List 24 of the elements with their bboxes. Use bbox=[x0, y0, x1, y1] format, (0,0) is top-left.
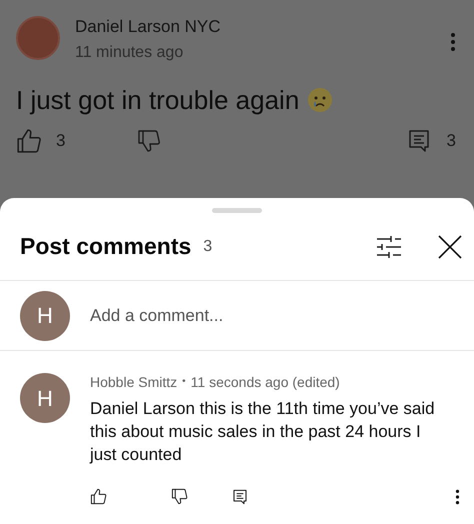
drag-handle[interactable] bbox=[212, 208, 262, 213]
comment-total: 3 bbox=[203, 236, 212, 256]
comment-count: 3 bbox=[446, 130, 456, 152]
more-options-icon[interactable] bbox=[455, 488, 460, 504]
avatar: H bbox=[20, 373, 70, 423]
commenter-name[interactable]: Hobble Smittz bbox=[90, 373, 178, 391]
comment-text: Daniel Larson this is the 11th time you’ve said this about music sales in the past 24 hours I just counted bbox=[90, 398, 436, 466]
comment-icon[interactable] bbox=[232, 488, 248, 504]
comment-time: 11 seconds ago (edited) bbox=[190, 373, 340, 391]
author-name[interactable]: Daniel Larson NYC bbox=[75, 16, 221, 38]
filter-icon[interactable] bbox=[376, 234, 402, 258]
sheet-title: Post comments bbox=[20, 232, 192, 262]
thumbs-down-icon[interactable] bbox=[171, 488, 188, 505]
separator-dot: • bbox=[182, 375, 186, 389]
thumbs-down-icon[interactable] bbox=[137, 129, 162, 153]
close-icon[interactable] bbox=[438, 234, 462, 258]
thumbs-up-icon[interactable] bbox=[16, 128, 42, 154]
post-time: 11 minutes ago bbox=[75, 43, 184, 63]
comment-input-field[interactable]: Add a comment... bbox=[90, 302, 454, 328]
crying-face-icon bbox=[307, 87, 334, 113]
like-count: 3 bbox=[56, 130, 66, 152]
avatar: H bbox=[20, 290, 70, 340]
thumbs-up-icon[interactable] bbox=[90, 488, 107, 505]
post-text: I just got in trouble again bbox=[16, 84, 300, 116]
